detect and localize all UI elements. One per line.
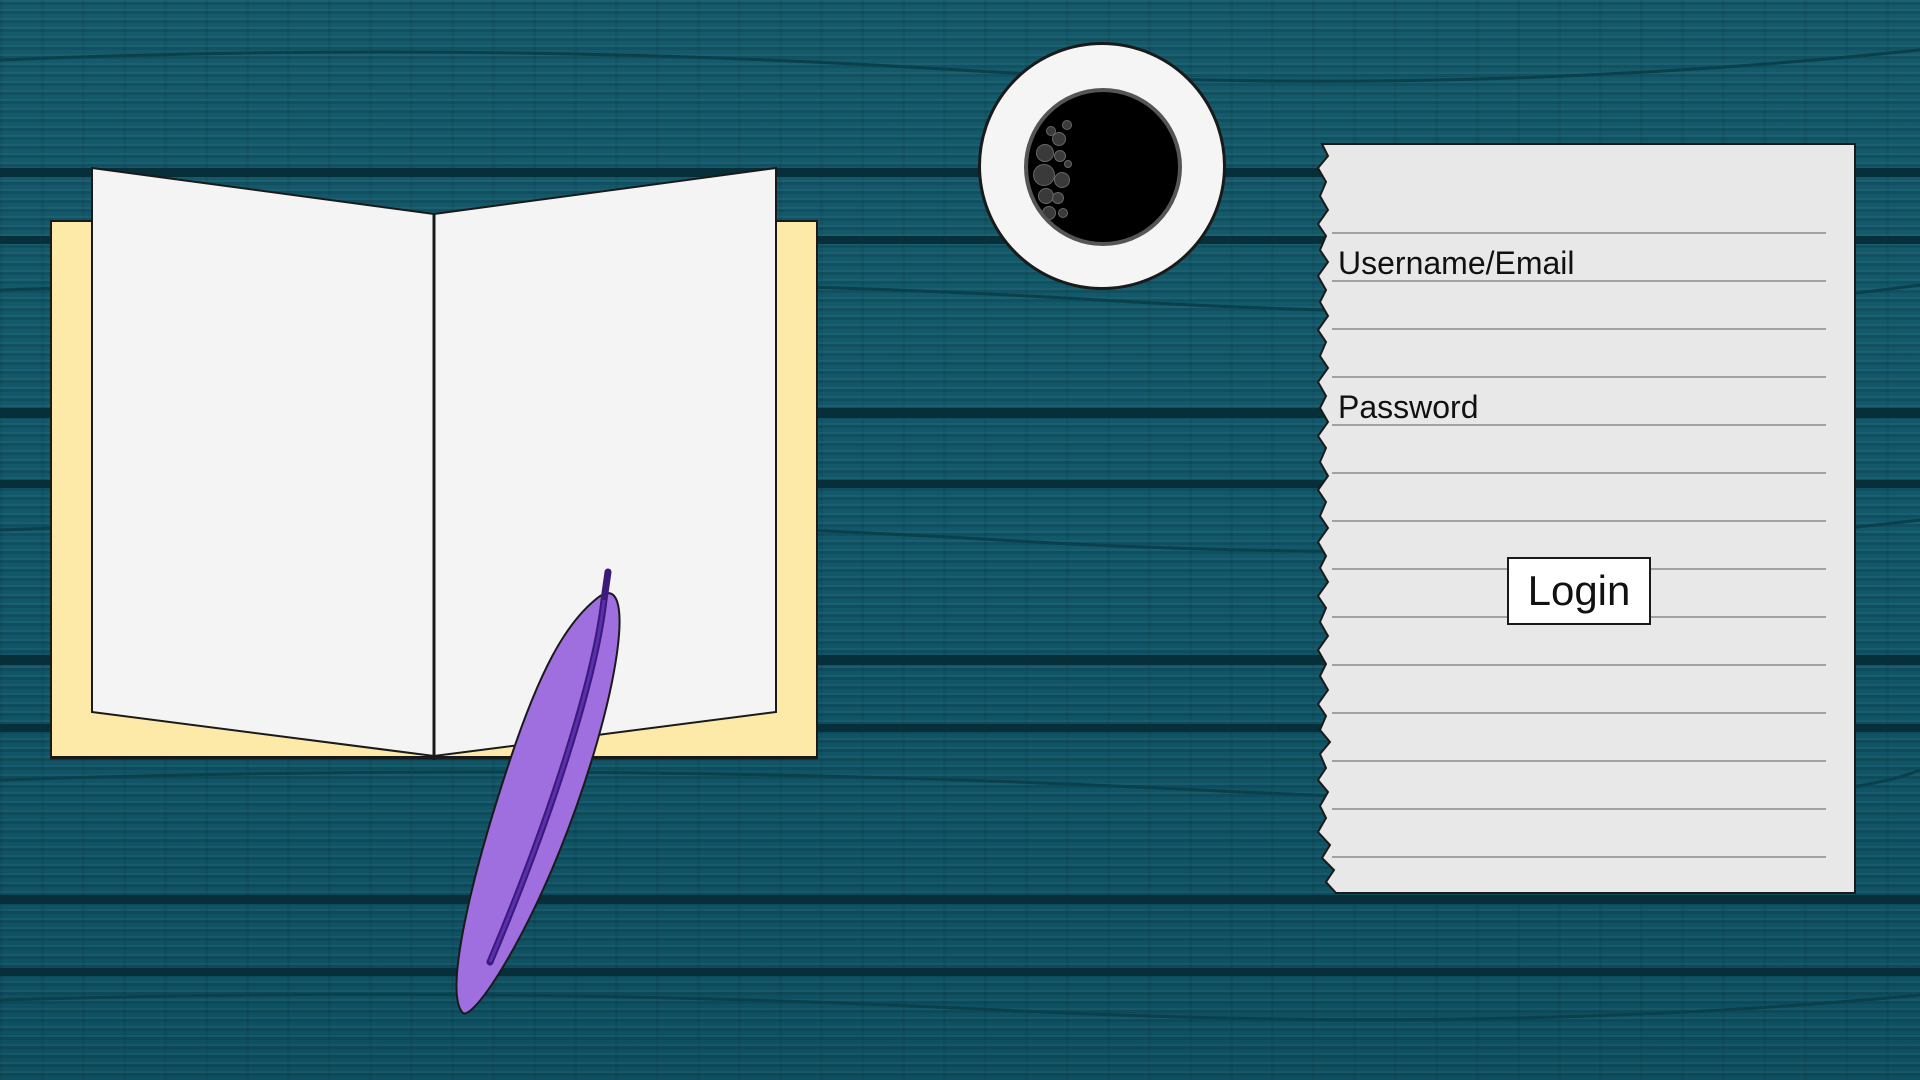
quill-feather-icon — [455, 568, 621, 1015]
